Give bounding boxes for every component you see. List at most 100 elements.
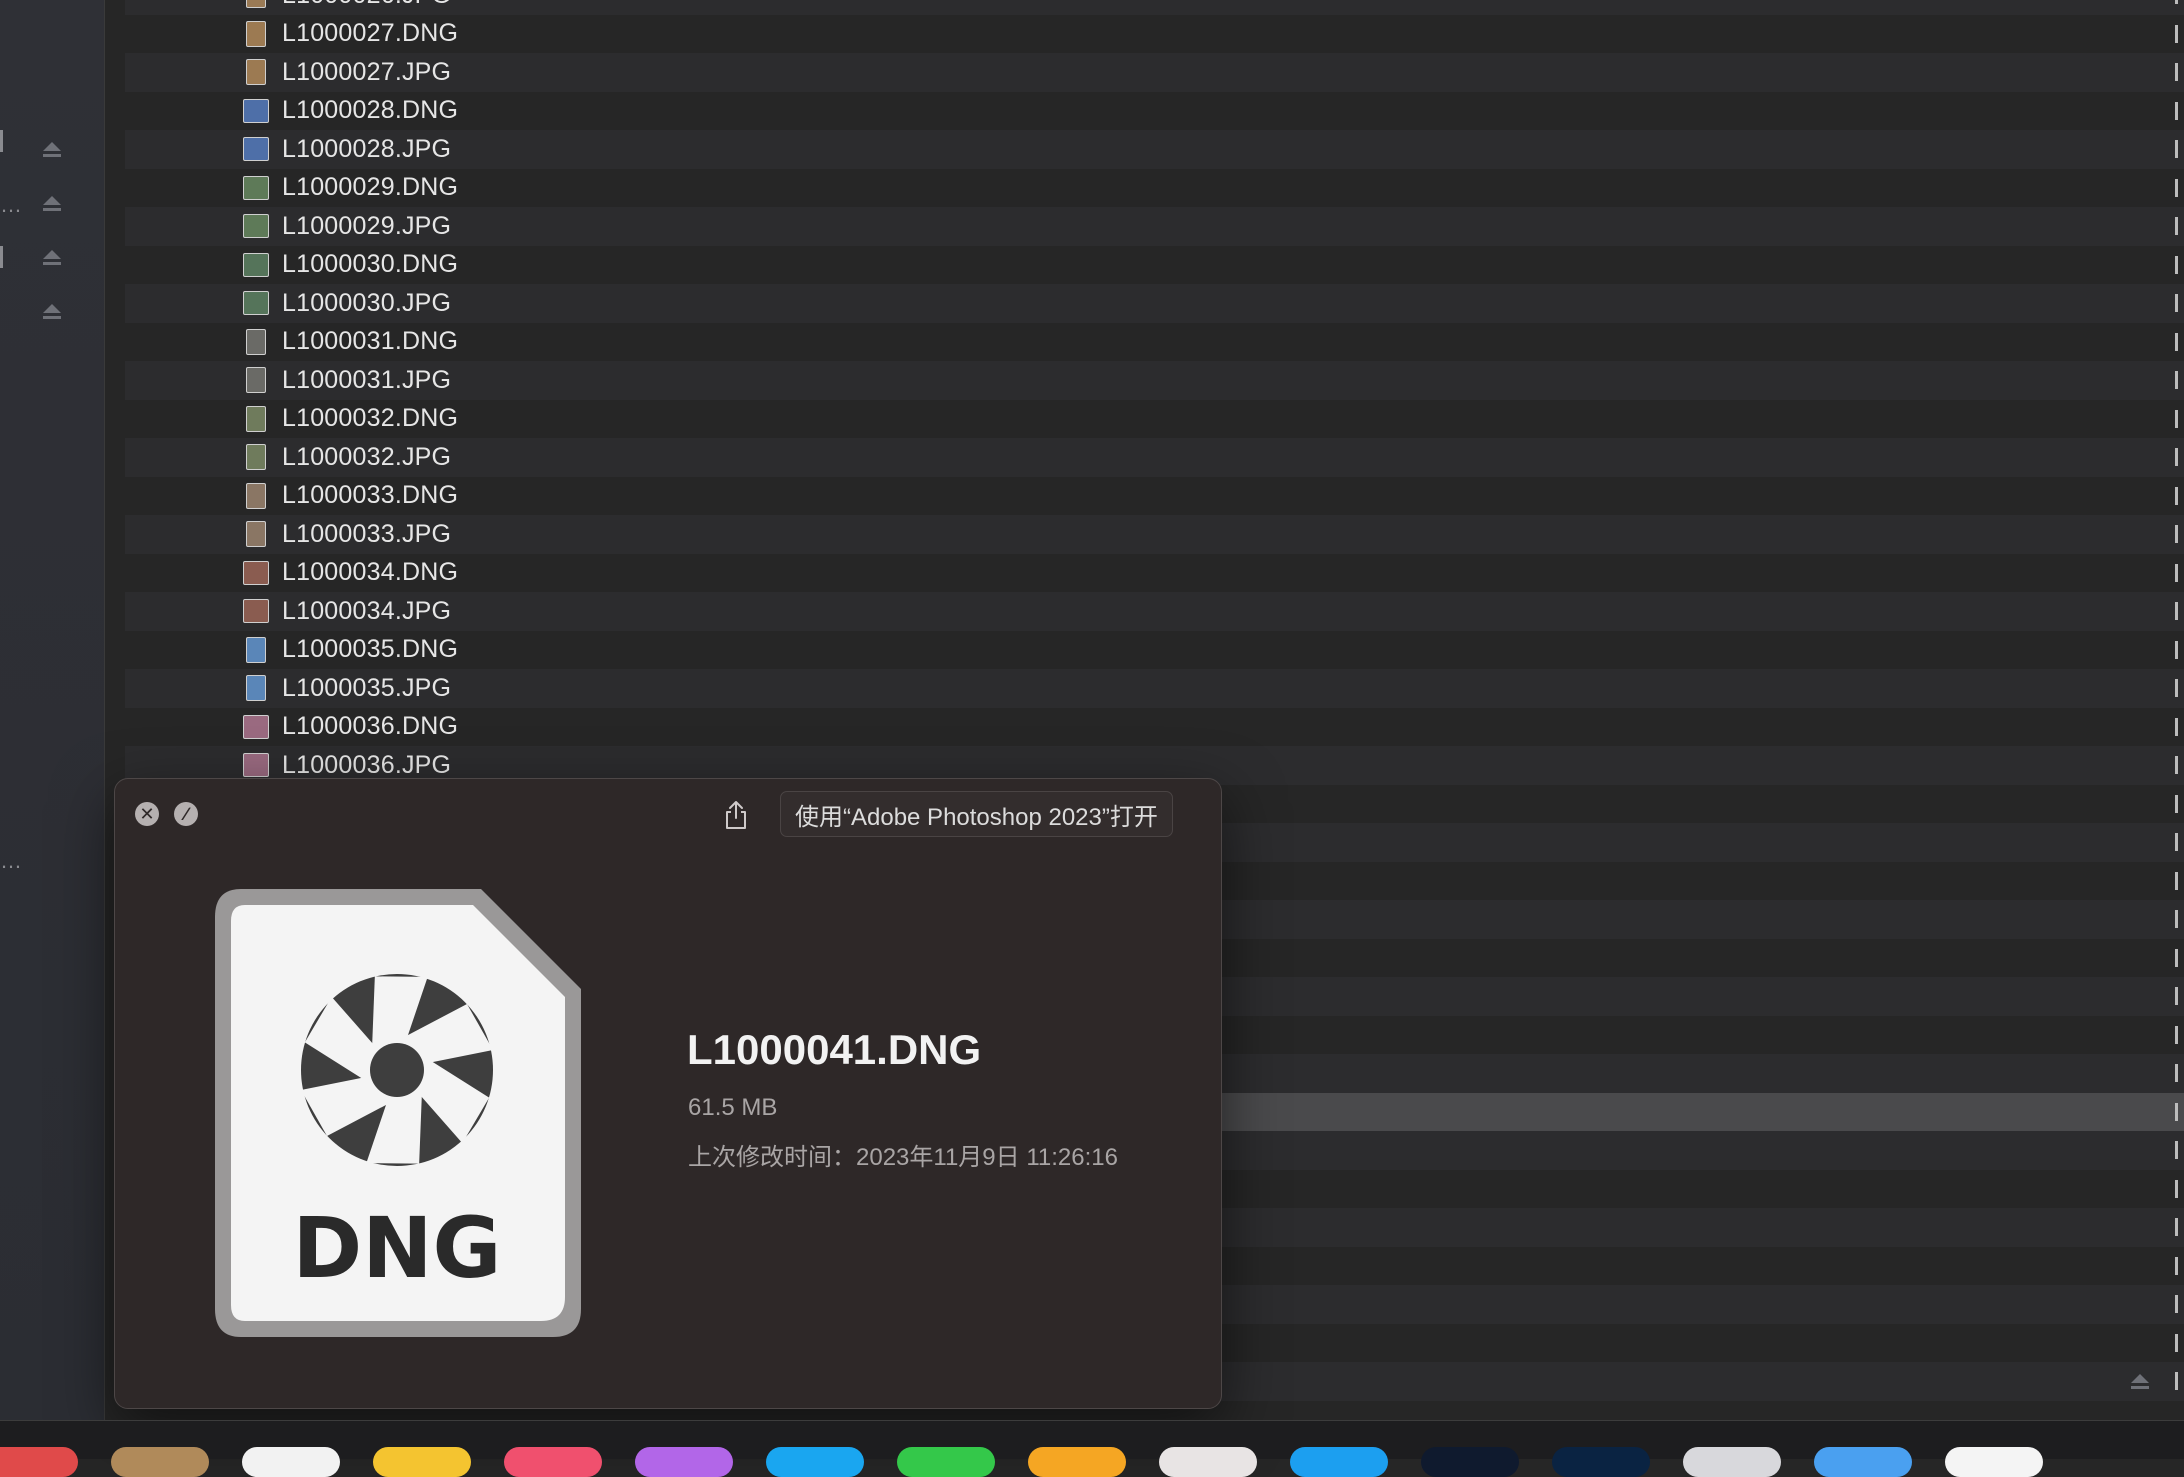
sidebar-item-label[interactable]: … (0, 192, 22, 218)
dock-app-6-icon[interactable] (635, 1447, 733, 1477)
modified-date: 上次修改时间：2023年11月9日 11:26:16 (688, 1144, 1118, 1171)
file-name-label: L1000032.DNG (282, 404, 459, 433)
photo-thumbnail-icon (243, 599, 269, 624)
file-name-label: L1000028.JPG (282, 134, 452, 163)
dock-app-1-icon[interactable] (0, 1447, 78, 1477)
column-edge (2175, 987, 2184, 1005)
column-edge (2175, 602, 2184, 620)
list-item[interactable]: L1000031.DNG (125, 322, 2184, 361)
list-item[interactable]: L1000035.JPG (125, 669, 2184, 708)
dock-app-8-icon[interactable] (897, 1447, 995, 1477)
column-edge (2175, 948, 2184, 967)
dock-app-7-icon[interactable] (766, 1447, 864, 1477)
column-edge (2175, 871, 2184, 890)
column-edge (2175, 525, 2184, 543)
list-item[interactable]: L1000026.JPG (125, 0, 2184, 15)
column-edge (2175, 1218, 2184, 1236)
dock-app-9-icon[interactable] (1028, 1447, 1126, 1477)
list-item[interactable]: L1000028.JPG (125, 130, 2184, 169)
column-edge (2175, 0, 2184, 4)
dock-app-3-icon[interactable] (242, 1447, 340, 1477)
photo-thumbnail-icon (243, 137, 269, 162)
photo-thumbnail-icon (243, 175, 269, 200)
eject-icon[interactable] (2130, 1374, 2150, 1392)
list-item[interactable]: L1000029.JPG (125, 207, 2184, 246)
close-icon[interactable]: ✕ (135, 802, 159, 826)
file-name-label: L1000036.JPG (282, 750, 452, 779)
list-item[interactable]: L1000033.DNG (125, 476, 2184, 515)
open-with-button[interactable]: 使用“Adobe Photoshop 2023”打开 (780, 791, 1173, 837)
column-edge (2175, 1025, 2184, 1044)
column-edge (2175, 563, 2184, 582)
photo-thumbnail-icon (243, 753, 269, 778)
dock-app-12-icon[interactable] (1421, 1447, 1519, 1477)
column-edge (2175, 140, 2184, 158)
dock-app-4-icon[interactable] (373, 1447, 471, 1477)
list-item[interactable]: L1000028.DNG (125, 91, 2184, 130)
column-edge (2175, 640, 2184, 659)
column-edge (2175, 1256, 2184, 1275)
photo-thumbnail-icon (243, 560, 269, 585)
eject-icon[interactable] (42, 142, 62, 160)
file-name-label: L1000029.DNG (282, 173, 459, 202)
column-edge (2175, 1333, 2184, 1352)
fullscreen-icon[interactable]: ∕ (174, 802, 198, 826)
eject-icon[interactable] (42, 304, 62, 322)
column-edge (2175, 1179, 2184, 1198)
list-item[interactable]: L1000027.DNG (125, 14, 2184, 53)
column-edge (2175, 101, 2184, 120)
dock-app-14-icon[interactable] (1683, 1447, 1781, 1477)
file-name-label: L1000027.JPG (282, 57, 452, 86)
list-item[interactable]: L1000035.DNG (125, 630, 2184, 669)
share-icon[interactable] (720, 799, 752, 831)
list-item[interactable]: L1000029.DNG (125, 168, 2184, 207)
sidebar-item-label[interactable]: … (0, 848, 22, 874)
dock-app-13-icon[interactable] (1552, 1447, 1650, 1477)
dock-app-11-icon[interactable] (1290, 1447, 1388, 1477)
column-edge (2175, 794, 2184, 813)
photo-thumbnail-icon (243, 252, 269, 277)
photo-thumbnail-icon (243, 214, 269, 239)
file-name-label: L1000031.DNG (282, 327, 459, 356)
sidebar: … … (0, 0, 105, 1420)
column-edge (2175, 255, 2184, 274)
photo-thumbnail-icon (246, 444, 266, 471)
column-edge (2175, 448, 2184, 466)
dock-app-15-icon[interactable] (1814, 1447, 1912, 1477)
file-name-label: L1000036.DNG (282, 712, 459, 741)
dock-app-2-icon[interactable] (111, 1447, 209, 1477)
eject-icon[interactable] (42, 250, 62, 268)
file-name-label: L1000035.DNG (282, 635, 459, 664)
photo-thumbnail-icon (246, 328, 266, 355)
file-name: L1000041.DNG (687, 1026, 982, 1073)
list-item[interactable]: L1000034.JPG (125, 592, 2184, 631)
photo-thumbnail-icon (243, 714, 269, 739)
column-edge (2175, 63, 2184, 81)
list-item[interactable]: L1000034.DNG (125, 553, 2184, 592)
column-edge (2175, 217, 2184, 235)
photo-thumbnail-icon (246, 59, 266, 86)
column-edge (2175, 1064, 2184, 1082)
column-edge (2175, 486, 2184, 505)
list-item[interactable]: L1000036.DNG (125, 707, 2184, 746)
column-edge (2175, 178, 2184, 197)
list-item[interactable]: L1000032.DNG (125, 399, 2184, 438)
eject-icon[interactable] (42, 196, 62, 214)
list-item[interactable]: L1000033.JPG (125, 515, 2184, 554)
dock-app-16-icon[interactable] (1945, 1447, 2043, 1477)
photo-thumbnail-icon (246, 367, 266, 394)
file-name-label: L1000033.DNG (282, 481, 459, 510)
file-name-label: L1000027.DNG (282, 19, 459, 48)
photo-thumbnail-icon (243, 291, 269, 316)
sidebar-fragment (0, 246, 11, 268)
list-item[interactable]: L1000027.JPG (125, 53, 2184, 92)
list-item[interactable]: L1000030.DNG (125, 245, 2184, 284)
list-item[interactable]: L1000032.JPG (125, 438, 2184, 477)
list-item[interactable]: L1000030.JPG (125, 284, 2184, 323)
photo-thumbnail-icon (246, 636, 266, 663)
dock-app-10-icon[interactable] (1159, 1447, 1257, 1477)
photo-thumbnail-icon (246, 482, 266, 509)
list-item[interactable]: L1000031.JPG (125, 361, 2184, 400)
photo-thumbnail-icon (246, 405, 266, 432)
dock-app-5-icon[interactable] (504, 1447, 602, 1477)
